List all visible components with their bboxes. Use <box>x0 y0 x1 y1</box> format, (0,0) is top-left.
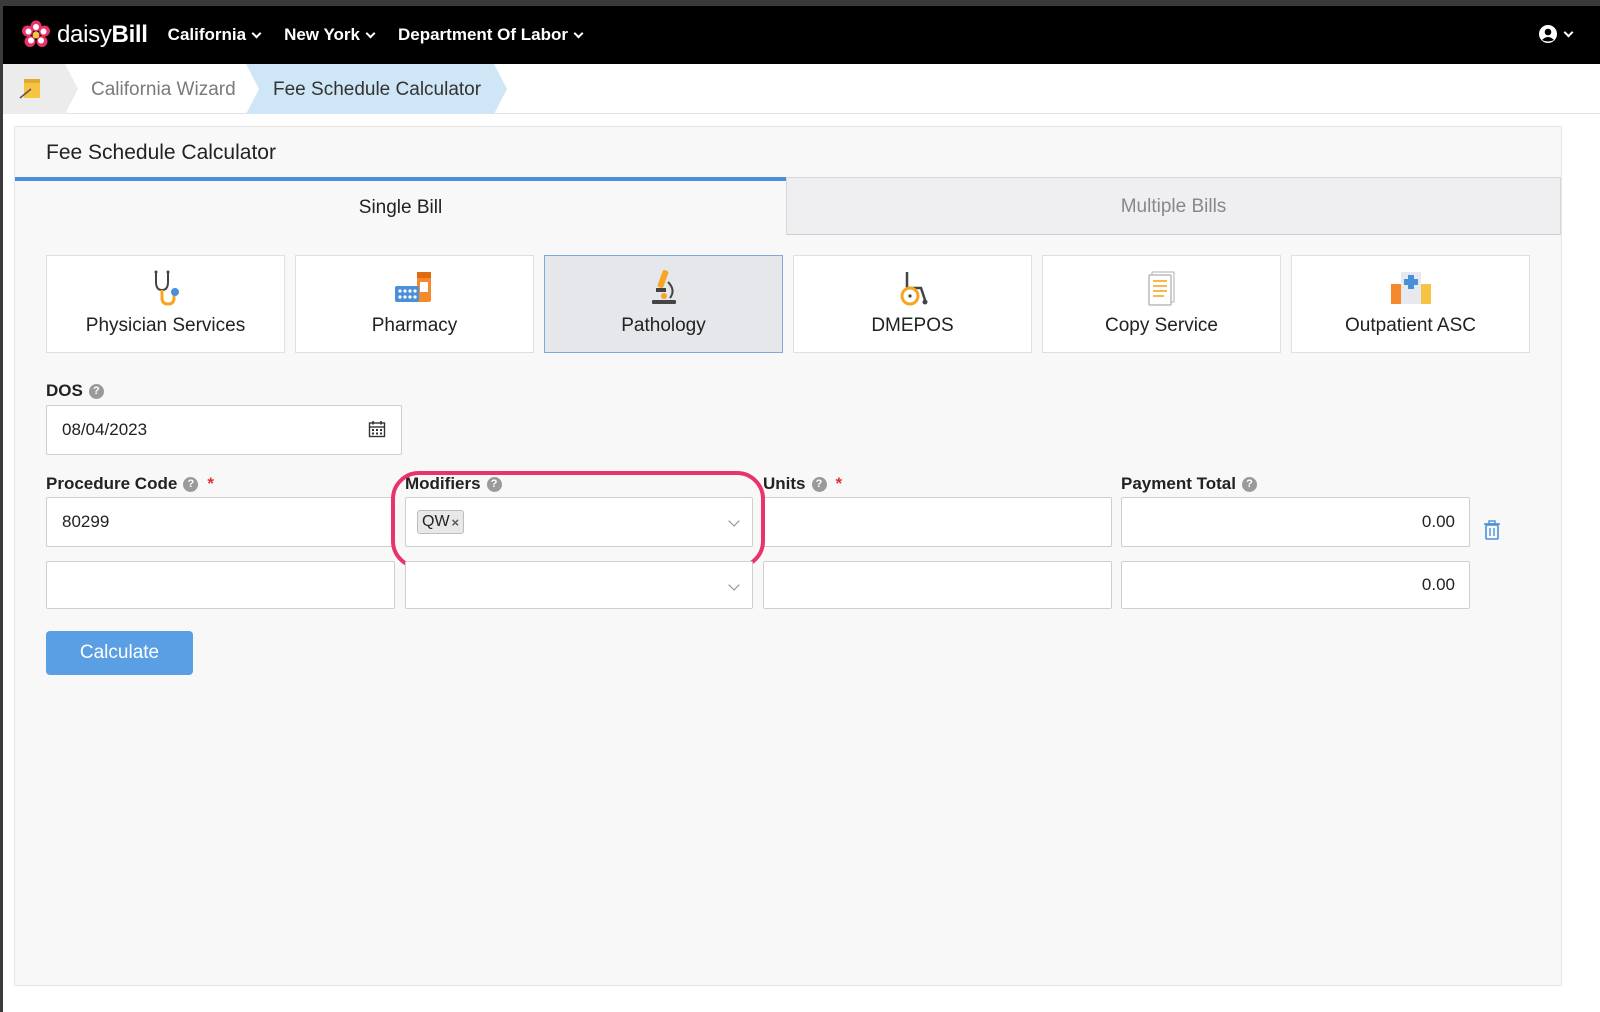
breadcrumb-california-wizard[interactable]: California Wizard <box>91 79 236 101</box>
hospital-icon <box>1390 272 1431 304</box>
payment-total-label-text: Payment Total <box>1121 474 1236 493</box>
nav-item-new-york[interactable]: New York <box>284 25 376 45</box>
service-card-outpatient-asc[interactable]: Outpatient ASC <box>1291 255 1530 353</box>
chevron-down-icon <box>573 28 584 38</box>
service-card-label: Copy Service <box>1105 315 1218 336</box>
nav-item-label: California <box>167 25 247 44</box>
units-input[interactable] <box>763 561 1112 609</box>
calculator-panel: Fee Schedule Calculator Single Bill Mult… <box>14 126 1562 986</box>
daisy-flower-icon <box>22 20 50 47</box>
service-card-label: Pharmacy <box>371 315 458 336</box>
calendar-icon[interactable] <box>368 420 386 438</box>
service-card-pathology[interactable]: Pathology <box>544 255 783 353</box>
top-navbar: daisyBill California New York Department… <box>3 6 1600 64</box>
payment-total-value: 0.00 <box>1421 575 1455 594</box>
service-card-label: Pathology <box>621 315 706 336</box>
wheelchair-icon <box>900 272 927 306</box>
service-type-selector: Physician Services Pharmacy Pathology DM… <box>46 255 1530 353</box>
nav-item-california[interactable]: California <box>167 25 262 45</box>
breadcrumb: California Wizard Fee Schedule Calculato… <box>3 64 1600 114</box>
chevron-down-icon <box>251 28 262 38</box>
app-window: daisyBill California New York Department… <box>3 6 1600 1012</box>
procedure-code-label: Procedure Code ? * <box>46 474 214 494</box>
required-marker: * <box>207 474 214 493</box>
procedure-code-input[interactable]: 80299 <box>46 497 395 547</box>
notepad-icon <box>19 79 40 99</box>
dos-date-field[interactable]: 08/04/2023 <box>46 405 402 455</box>
service-card-pharmacy[interactable]: Pharmacy <box>295 255 534 353</box>
pills-icon <box>394 272 431 302</box>
daisybill-logo[interactable]: daisyBill <box>21 20 148 50</box>
chevron-down-icon <box>1563 27 1574 37</box>
nav-menu: California New York Department Of Labor <box>168 25 606 45</box>
nav-item-department-of-labor[interactable]: Department Of Labor <box>397 25 584 45</box>
help-icon[interactable]: ? <box>183 476 199 492</box>
help-icon[interactable]: ? <box>88 383 104 399</box>
payment-total-label: Payment Total ? <box>1121 474 1257 494</box>
breadcrumb-fee-schedule-calculator: Fee Schedule Calculator <box>273 79 482 100</box>
service-card-label: Physician Services <box>85 315 246 336</box>
required-marker: * <box>835 474 843 493</box>
help-icon[interactable]: ? <box>1241 476 1257 492</box>
procedure-code-input[interactable] <box>46 561 395 609</box>
breadcrumb-arrow <box>494 64 507 114</box>
tab-multiple-bills[interactable]: Multiple Bills <box>786 177 1561 235</box>
service-card-copy-service[interactable]: Copy Service <box>1042 255 1281 353</box>
bill-tabs: Single Bill Multiple Bills <box>15 177 1561 235</box>
page-title: Fee Schedule Calculator <box>46 141 276 164</box>
nav-item-label: New York <box>284 25 360 44</box>
microscope-icon <box>651 270 676 304</box>
units-label-text: Units <box>763 474 806 493</box>
dos-label: DOS ? <box>46 381 104 401</box>
units-label: Units ? * <box>763 474 842 494</box>
service-card-physician-services[interactable]: Physician Services <box>46 255 285 353</box>
logo-text: daisyBill <box>57 21 148 49</box>
breadcrumb-notch <box>246 64 259 114</box>
payment-total-value: 0.00 <box>1421 512 1455 531</box>
breadcrumb-separator <box>65 64 78 114</box>
dos-date-value: 08/04/2023 <box>62 420 148 439</box>
help-icon[interactable]: ? <box>811 476 827 492</box>
procedure-code-value: 80299 <box>62 512 110 531</box>
nav-item-label: Department Of Labor <box>397 25 569 44</box>
stethoscope-icon <box>154 270 179 306</box>
document-copy-icon <box>1147 271 1175 306</box>
procedure-code-label-text: Procedure Code <box>46 474 178 493</box>
service-card-label: DMEPOS <box>871 315 954 336</box>
payment-total-field: 0.00 <box>1121 561 1470 609</box>
logo-text-light: daisy <box>57 21 112 48</box>
payment-total-field: 0.00 <box>1121 497 1470 547</box>
logo-text-bold: Bill <box>111 21 148 48</box>
user-menu[interactable] <box>1538 24 1574 44</box>
chevron-down-icon <box>365 28 376 38</box>
service-card-dmepos[interactable]: DMEPOS <box>793 255 1032 353</box>
user-circle-icon <box>1539 25 1557 43</box>
modifiers-select[interactable] <box>405 561 753 609</box>
chevron-down-icon[interactable] <box>728 579 740 591</box>
tab-single-bill[interactable]: Single Bill <box>15 177 786 235</box>
service-card-label: Outpatient ASC <box>1345 315 1476 336</box>
modifiers-highlight-annotation <box>391 471 765 569</box>
dos-label-text: DOS <box>46 381 83 400</box>
units-input[interactable] <box>763 497 1112 547</box>
calculate-button[interactable]: Calculate <box>46 631 193 675</box>
trash-icon[interactable] <box>1483 520 1501 540</box>
